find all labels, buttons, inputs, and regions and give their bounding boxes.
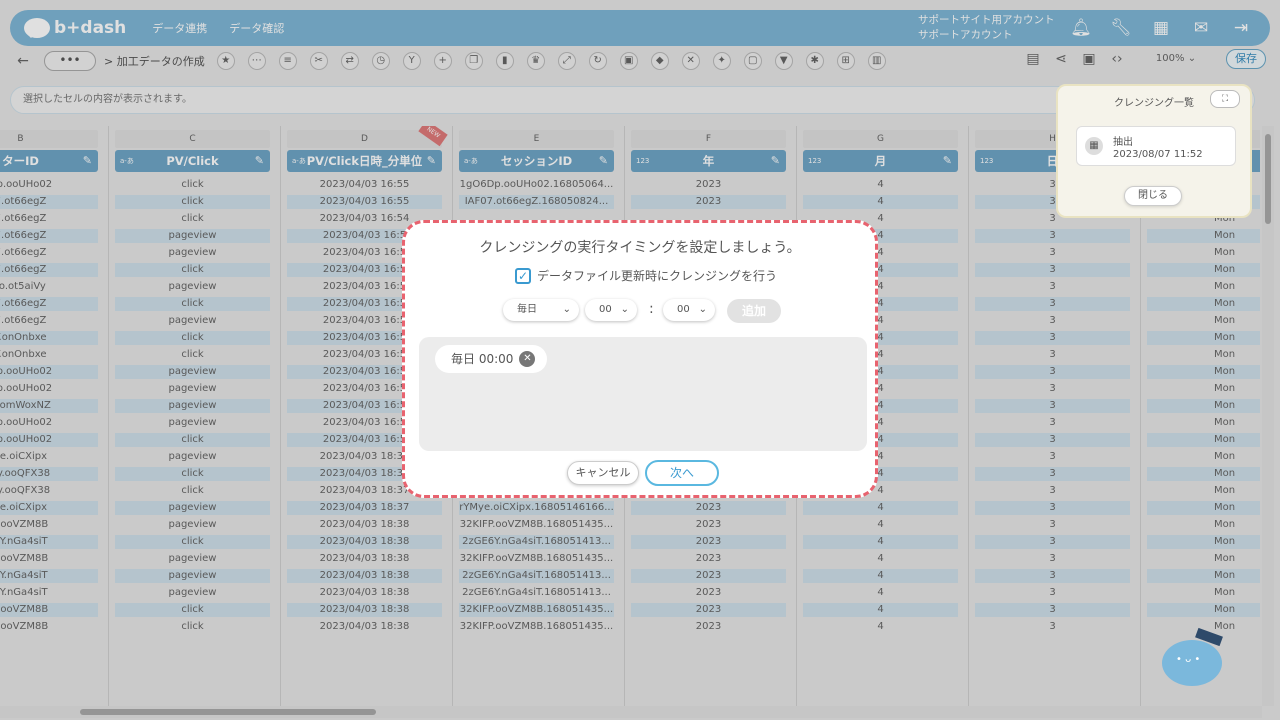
- chevron-down-icon: ⌄: [620, 304, 629, 315]
- mascot-helper[interactable]: • ᴗ •: [1162, 627, 1224, 688]
- cleansing-item-title: 抽出: [1113, 137, 1133, 148]
- cleansing-list-panel: クレンジング一覧 ⛶ ▦ 抽出 2023/08/07 11:52 閉じる: [1056, 84, 1252, 218]
- panel-title: クレンジング一覧: [1114, 98, 1194, 109]
- remove-icon[interactable]: ✕: [519, 351, 536, 367]
- hour-select[interactable]: 00 ⌄: [585, 299, 637, 321]
- minute-select[interactable]: 00 ⌄: [663, 299, 715, 321]
- next-button[interactable]: 次へ: [645, 460, 719, 486]
- cancel-button[interactable]: キャンセル: [567, 461, 639, 485]
- box-icon: ▦: [1085, 137, 1103, 155]
- update-checkbox[interactable]: ✓: [515, 267, 531, 284]
- frequency-select[interactable]: 毎日 ⌄: [503, 299, 579, 321]
- schedule-chip: 毎日 00:00 ✕: [435, 345, 548, 373]
- chevron-down-icon: ⌄: [698, 304, 707, 315]
- add-button[interactable]: 追加: [727, 299, 781, 323]
- mascot-face: • ᴗ •: [1176, 654, 1201, 665]
- panel-close-button[interactable]: 閉じる: [1124, 186, 1182, 206]
- time-separator: :: [649, 301, 654, 317]
- schedule-modal: クレンジングの実行タイミングを設定しましょう。 ✓ データファイル更新時にクレン…: [402, 220, 878, 498]
- update-checkbox-label: データファイル更新時にクレンジングを行う: [537, 269, 778, 283]
- expand-icon[interactable]: ⛶: [1210, 90, 1240, 108]
- cleansing-item-date: 2023/08/07 11:52: [1113, 149, 1203, 160]
- modal-title: クレンジングの実行タイミングを設定しましょう。: [479, 240, 801, 256]
- frequency-value: 毎日: [517, 304, 537, 315]
- chevron-down-icon: ⌄: [562, 304, 571, 315]
- schedule-chip-label: 毎日 00:00: [451, 352, 514, 366]
- cleansing-item[interactable]: ▦ 抽出 2023/08/07 11:52: [1076, 126, 1236, 166]
- minute-value: 00: [677, 304, 690, 315]
- hour-value: 00: [599, 304, 612, 315]
- schedule-list: 毎日 00:00 ✕: [419, 337, 867, 451]
- update-checkbox-row[interactable]: ✓ データファイル更新時にクレンジングを行う: [515, 267, 777, 284]
